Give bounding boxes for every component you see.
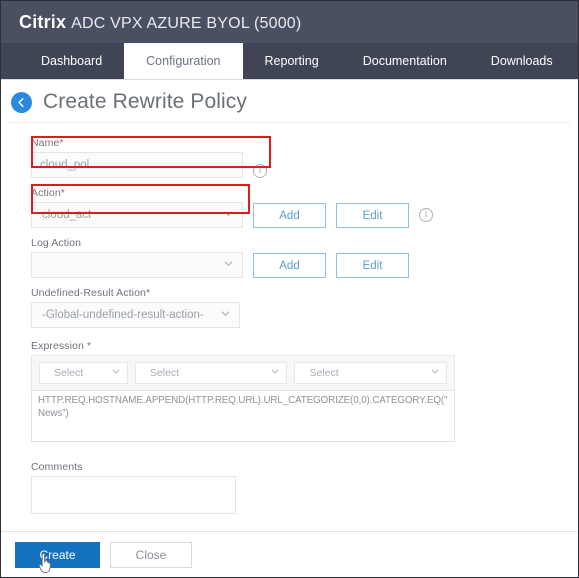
label-action: Action*	[31, 187, 570, 199]
brand-product: ADC VPX AZURE BYOL (5000)	[71, 15, 301, 32]
label-name: Name*	[31, 137, 570, 149]
expression-select-3[interactable]: Select	[294, 362, 447, 384]
label-expression: Expression *	[31, 340, 570, 352]
tab-reporting[interactable]: Reporting	[243, 43, 341, 79]
close-button[interactable]: Close	[110, 542, 192, 568]
comments-textarea[interactable]	[31, 476, 236, 514]
expression-select-2-value: Select	[150, 367, 179, 379]
top-header-bar: Citrix ADC VPX AZURE BYOL (5000)	[1, 1, 578, 43]
field-group-undefined-result-action: Undefined-Result Action* -Global-undefin…	[31, 287, 570, 328]
action-select-value: cloud_act	[42, 209, 91, 221]
chevron-down-icon	[430, 367, 440, 380]
log-action-select[interactable]	[31, 252, 243, 278]
page-header: Create Rewrite Policy	[1, 80, 578, 122]
expression-textarea[interactable]	[31, 390, 455, 442]
tab-downloads[interactable]: Downloads	[469, 43, 575, 79]
log-action-edit-button[interactable]: Edit	[336, 253, 409, 278]
chevron-down-icon	[223, 208, 234, 222]
page-title: Create Rewrite Policy	[43, 90, 247, 114]
field-group-expression: Expression * Select Select Select	[31, 340, 570, 447]
action-add-button[interactable]: Add	[253, 203, 326, 228]
action-select[interactable]: cloud_act	[31, 202, 243, 228]
create-rewrite-policy-form: Name* i Action* cloud_act Add Edit i	[9, 122, 570, 515]
tab-documentation[interactable]: Documentation	[341, 43, 469, 79]
field-group-name: Name* i	[31, 137, 570, 178]
form-footer: Create Close	[1, 531, 578, 577]
primary-nav-bar: Dashboard Configuration Reporting Docume…	[1, 43, 578, 80]
log-action-add-button[interactable]: Add	[253, 253, 326, 278]
undefined-result-action-select[interactable]: -Global-undefined-result-action-	[31, 302, 240, 328]
field-group-comments: Comments	[31, 461, 570, 519]
action-edit-button[interactable]: Edit	[336, 203, 409, 228]
expression-select-3-value: Select	[309, 367, 338, 379]
expression-select-2[interactable]: Select	[135, 362, 288, 384]
undefined-result-action-value: -Global-undefined-result-action-	[42, 309, 204, 321]
label-log-action: Log Action	[31, 237, 570, 249]
tab-configuration[interactable]: Configuration	[124, 43, 242, 79]
tab-dashboard[interactable]: Dashboard	[19, 43, 124, 79]
expression-select-1[interactable]: Select	[39, 362, 128, 384]
info-icon-action[interactable]: i	[419, 208, 433, 222]
brand-title: Citrix ADC VPX AZURE BYOL (5000)	[19, 12, 301, 33]
label-undefined-result-action: Undefined-Result Action*	[31, 287, 570, 299]
chevron-down-icon	[220, 308, 231, 322]
chevron-down-icon	[223, 258, 234, 272]
application-window: Citrix ADC VPX AZURE BYOL (5000) Dashboa…	[0, 0, 579, 578]
chevron-down-icon	[111, 367, 121, 380]
info-icon-name[interactable]: i	[253, 164, 267, 178]
chevron-down-icon	[270, 367, 280, 380]
back-arrow-icon[interactable]	[11, 92, 32, 113]
field-group-action: Action* cloud_act Add Edit i	[31, 187, 570, 228]
label-comments: Comments	[31, 461, 570, 473]
field-group-log-action: Log Action Add Edit	[31, 237, 570, 278]
create-button[interactable]: Create	[15, 542, 100, 568]
expression-builder-toolbar: Select Select Select	[31, 355, 455, 390]
expression-select-1-value: Select	[54, 367, 83, 379]
brand-name: Citrix	[19, 12, 66, 32]
name-input[interactable]	[31, 152, 243, 178]
